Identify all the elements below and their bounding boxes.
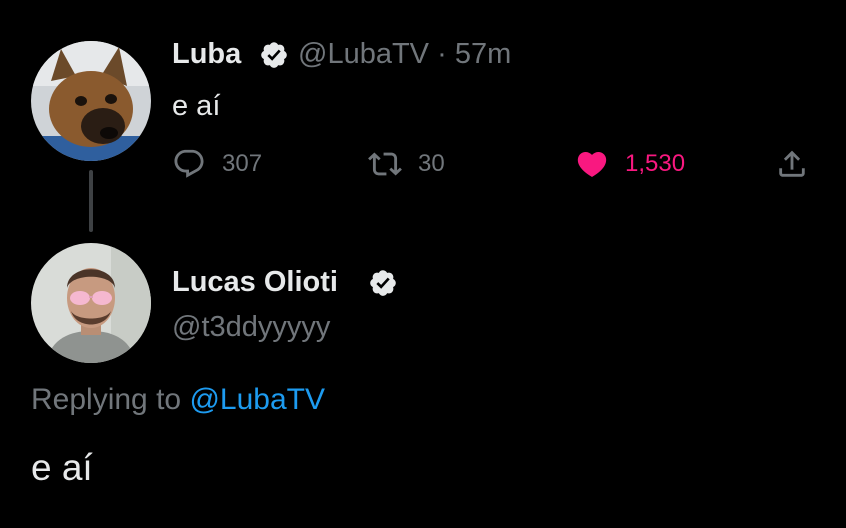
- share-upload-icon: [779, 150, 805, 177]
- replying-to-mention-link[interactable]: @LubaTV: [189, 383, 325, 416]
- thread-connector-line: [89, 170, 93, 232]
- avatar-luba[interactable]: [31, 41, 151, 161]
- reply-button[interactable]: 307: [172, 146, 262, 182]
- share-button[interactable]: [775, 146, 809, 182]
- reply-author-name[interactable]: Lucas Olioti: [172, 266, 338, 299]
- author-handle[interactable]: @LubaTV: [298, 38, 429, 70]
- tweet-timestamp[interactable]: 57m: [455, 38, 511, 70]
- reply-author-handle[interactable]: @t3ddyyyyy: [172, 311, 330, 344]
- reply-tweet-text: e aí: [31, 447, 93, 488]
- author-name[interactable]: Luba: [172, 38, 241, 71]
- retweet-arrows-icon: [368, 152, 402, 176]
- like-count: 1,530: [625, 150, 686, 177]
- verified-badge-icon: [261, 42, 287, 68]
- tweet-text: e aí: [172, 90, 221, 122]
- avatar-lucas-olioti[interactable]: [31, 243, 151, 363]
- retweet-button[interactable]: 30: [368, 146, 445, 182]
- replying-to-line: Replying to @LubaTV: [31, 383, 325, 417]
- dot-separator: ·: [437, 38, 447, 70]
- handle-and-time: @LubaTV · 57m: [298, 38, 511, 71]
- like-button[interactable]: 1,530: [575, 146, 685, 182]
- heart-icon: [577, 151, 607, 177]
- speech-bubble-icon: [174, 149, 204, 178]
- replying-to-label: Replying to: [31, 383, 182, 416]
- reply-count: 307: [222, 150, 263, 177]
- retweet-count: 30: [418, 150, 445, 177]
- verified-badge-icon: [370, 270, 396, 296]
